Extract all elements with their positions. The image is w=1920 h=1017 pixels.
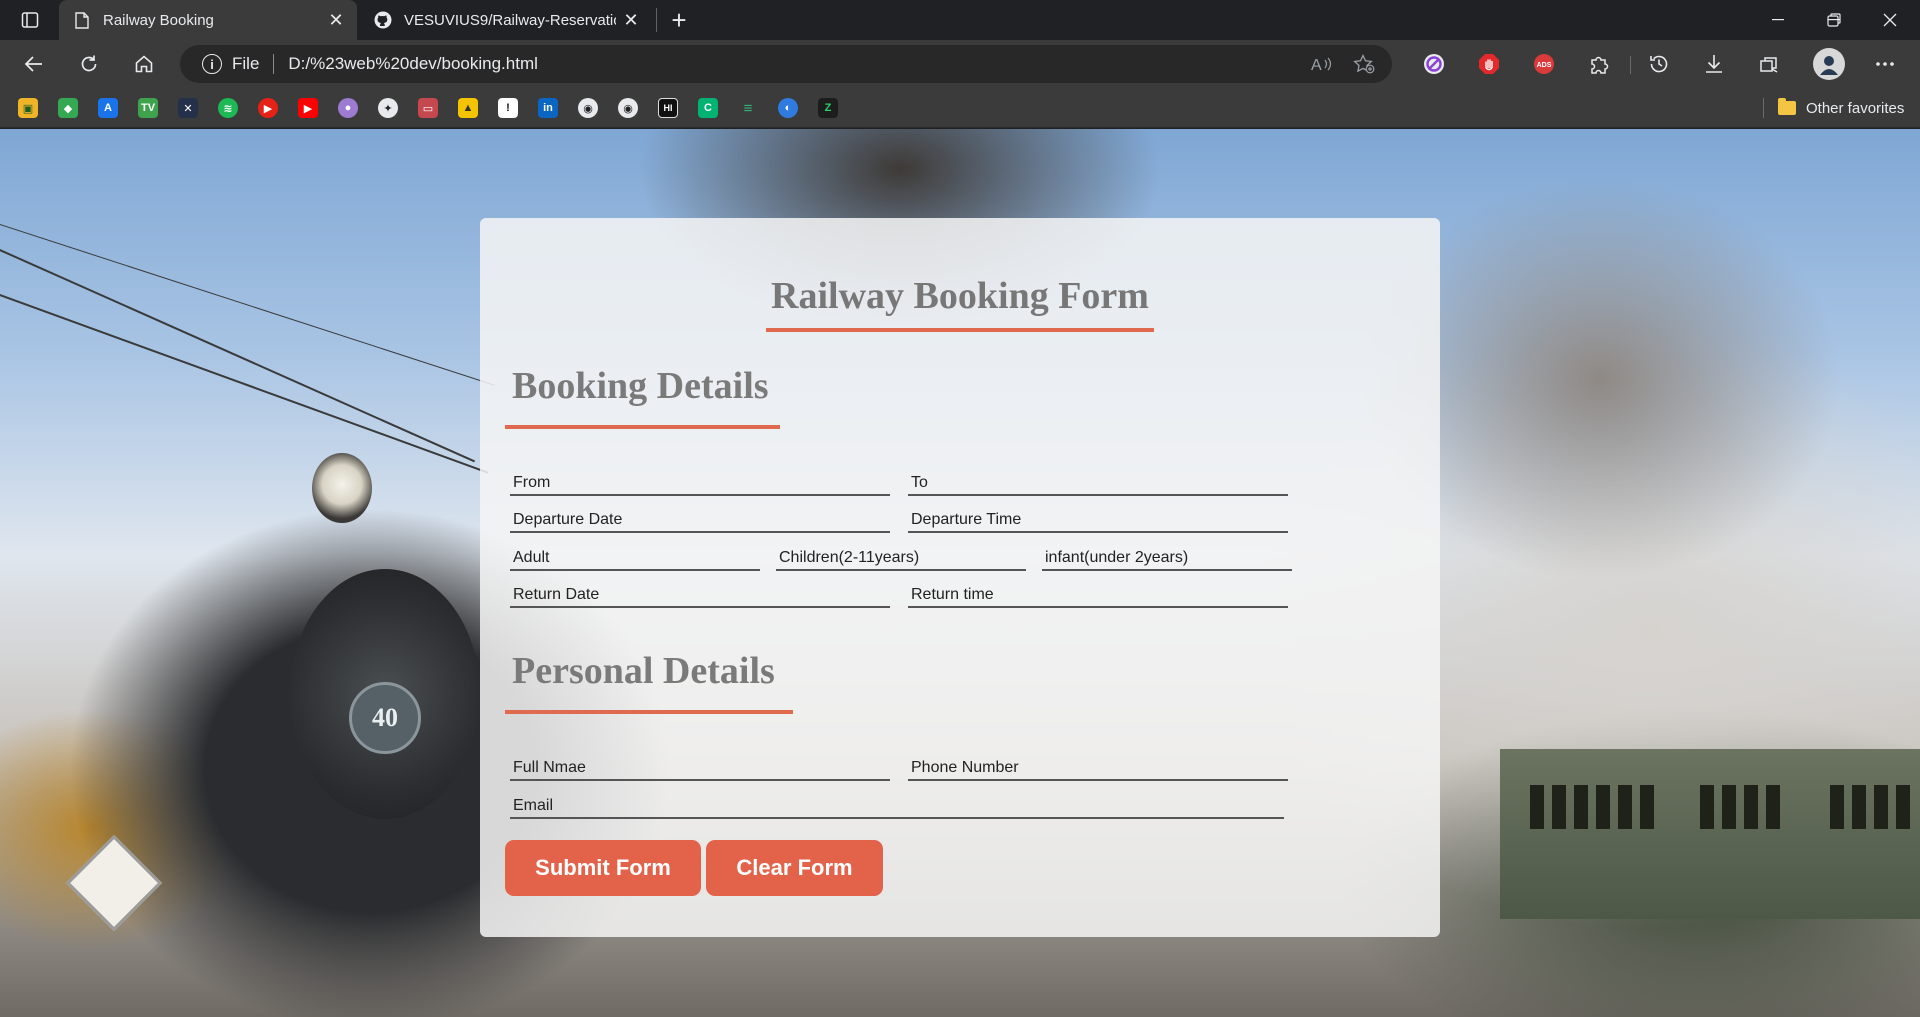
title-underline: [766, 328, 1154, 332]
minimize-window-button[interactable]: [1750, 0, 1806, 40]
bookmark-youtube-icon[interactable]: ▶: [298, 98, 318, 118]
page-icon: [73, 11, 91, 29]
tab-actions-menu[interactable]: [10, 6, 50, 34]
form-title: Railway Booking Form: [771, 275, 1149, 317]
svg-text:A: A: [1311, 57, 1322, 73]
address-divider: [273, 54, 275, 74]
bookmark-tv-icon[interactable]: TV: [138, 98, 158, 118]
tab-actions-icon: [21, 12, 39, 28]
bookmark-codechef-icon[interactable]: C: [698, 98, 718, 118]
tab-title: Railway Booking: [103, 11, 214, 29]
full-name-field[interactable]: Full Nmae: [510, 755, 890, 781]
close-window-button[interactable]: [1862, 0, 1918, 40]
personal-details-underline: [505, 710, 793, 714]
settings-more-icon[interactable]: [1871, 50, 1899, 78]
history-icon[interactable]: [1645, 50, 1673, 78]
home-icon: [135, 55, 153, 73]
page-background: 40 Railway Booking Form Booking Details …: [0, 129, 1920, 1017]
locomotive-number-plate: 40: [349, 682, 421, 754]
departure-date-field[interactable]: Departure Date: [510, 507, 890, 533]
bookmark-contacts-icon[interactable]: ▣: [18, 98, 38, 118]
return-time-field[interactable]: Return time: [908, 582, 1288, 608]
bookmark-github-icon[interactable]: ◉: [578, 98, 598, 118]
tab-divider: [656, 8, 657, 32]
minimize-icon: [1772, 19, 1784, 21]
svg-text:ADS: ADS: [1537, 62, 1552, 69]
performance-icon[interactable]: [1755, 50, 1783, 78]
bookmark-drive-icon[interactable]: ◆: [58, 98, 78, 118]
browser-toolbar: i File D:/%23web%20dev/booking.html A AD…: [0, 40, 1920, 88]
power-line: [0, 294, 489, 474]
close-icon[interactable]: ✕: [616, 5, 646, 35]
favorites-divider: [1763, 98, 1764, 118]
email-field[interactable]: Email: [510, 793, 1284, 819]
close-icon: [1883, 13, 1897, 27]
bookmark-gallery-icon[interactable]: ▲: [458, 98, 478, 118]
return-date-field[interactable]: Return Date: [510, 582, 890, 608]
extensions-puzzle-icon[interactable]: [1585, 50, 1613, 78]
bookmark-chart-icon[interactable]: ≡: [738, 98, 758, 118]
other-favorites-label: Other favorites: [1806, 99, 1905, 117]
submit-form-button[interactable]: Submit Form: [505, 840, 701, 896]
toolbar-divider: [1630, 56, 1631, 74]
extension-adblock-icon[interactable]: ADS: [1530, 50, 1558, 78]
children-field[interactable]: Children(2-11years): [776, 545, 1026, 571]
github-icon: [374, 11, 392, 29]
extension-stop-hand-icon[interactable]: [1475, 50, 1503, 78]
booking-details-heading: Booking Details: [512, 365, 769, 407]
address-bar[interactable]: i File D:/%23web%20dev/booking.html A: [180, 45, 1392, 83]
bookmark-hackerrank-icon[interactable]: HI: [658, 98, 678, 118]
restore-window-button[interactable]: [1806, 0, 1862, 40]
add-favorite-icon[interactable]: [1350, 50, 1378, 78]
bookmark-football-icon[interactable]: ✦: [378, 98, 398, 118]
departure-time-field[interactable]: Departure Time: [908, 507, 1288, 533]
refresh-button[interactable]: [71, 46, 107, 82]
avatar-icon: [1820, 56, 1838, 75]
bookmark-github-icon[interactable]: ◉: [618, 98, 638, 118]
url-scheme: File: [232, 54, 260, 73]
infant-field[interactable]: infant(under 2years): [1042, 545, 1292, 571]
clear-form-button[interactable]: Clear Form: [706, 840, 883, 896]
phone-number-field[interactable]: Phone Number: [908, 755, 1288, 781]
bookmark-bus-icon[interactable]: ▭: [418, 98, 438, 118]
tab-title: VESUVIUS9/Railway-Reservation: [404, 11, 616, 29]
home-button[interactable]: [126, 46, 162, 82]
restore-icon: [1827, 13, 1841, 27]
booking-form: Railway Booking Form Booking Details Fro…: [480, 218, 1440, 937]
bookmark-tool-icon[interactable]: ✕: [178, 98, 198, 118]
locomotive-headlamp: [312, 453, 372, 523]
back-arrow-icon: [24, 56, 42, 72]
new-tab-button[interactable]: +: [664, 5, 694, 35]
tab-github-repo[interactable]: VESUVIUS9/Railway-Reservation ✕: [360, 0, 652, 40]
to-field[interactable]: To: [908, 470, 1288, 496]
favorites-bar: ▣ ◆ A TV ✕ ≋ ▶ ▶ ● ✦ ▭ ▲ ! in ◉ ◉ HI C ≡…: [0, 88, 1920, 128]
extension-block-icon[interactable]: [1420, 50, 1448, 78]
read-aloud-icon[interactable]: A: [1308, 50, 1336, 78]
bookmark-youtube-music-icon[interactable]: ▶: [258, 98, 278, 118]
bookmark-linkedin-icon[interactable]: in: [538, 98, 558, 118]
refresh-icon: [81, 55, 97, 72]
bookmark-globe-icon[interactable]: ◐: [778, 98, 798, 118]
bookmark-spotify-icon[interactable]: ≋: [218, 98, 238, 118]
from-field[interactable]: From: [510, 470, 890, 496]
tab-railway-booking[interactable]: Railway Booking ✕: [59, 0, 357, 40]
bookmark-translate-icon[interactable]: A: [98, 98, 118, 118]
downloads-icon[interactable]: [1700, 50, 1728, 78]
adult-field[interactable]: Adult: [510, 545, 760, 571]
erie-logo: [65, 834, 163, 932]
passenger-car: [1500, 749, 1920, 919]
bookmark-dictionary-icon[interactable]: !: [498, 98, 518, 118]
profile-avatar[interactable]: [1813, 48, 1845, 80]
url-text[interactable]: D:/%23web%20dev/booking.html: [288, 54, 1308, 74]
close-icon[interactable]: ✕: [321, 5, 351, 35]
bookmark-z-icon[interactable]: Z: [818, 98, 838, 118]
other-favorites-folder[interactable]: Other favorites: [1778, 96, 1904, 120]
browser-titlebar: Railway Booking ✕ VESUVIUS9/Railway-Rese…: [0, 0, 1920, 40]
booking-details-underline: [505, 425, 780, 429]
info-icon[interactable]: i: [202, 54, 222, 74]
folder-icon: [1778, 98, 1796, 115]
personal-details-heading: Personal Details: [512, 650, 775, 692]
bookmark-profile-icon[interactable]: ●: [338, 98, 358, 118]
back-button[interactable]: [16, 46, 52, 82]
